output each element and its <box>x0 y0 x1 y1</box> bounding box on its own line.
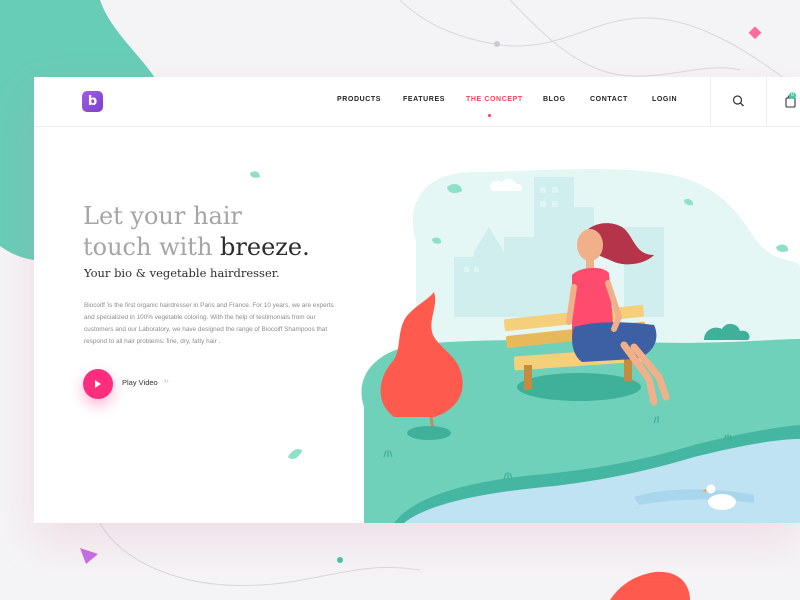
play-video-label[interactable]: Play Video <box>122 378 158 387</box>
main-card: b PRODUCTS FEATURES THE CONCEPT BLOG CON… <box>34 77 800 523</box>
hero-title-emphasis: breeze. <box>220 233 310 261</box>
play-video-button[interactable] <box>83 369 113 399</box>
hero-title-line1: Let your hair <box>83 202 242 230</box>
hero-title: Let your hair touch with breeze. <box>83 201 363 263</box>
hero-subtitle: Your bio & vegetable hairdresser. <box>84 266 280 280</box>
hero-title-line2: touch with <box>83 233 221 261</box>
hero-description: Biocoiff 'is the first organic hairdress… <box>84 302 334 345</box>
play-icon <box>95 380 101 388</box>
double-chevron-right-icon[interactable]: ›› <box>164 378 169 385</box>
